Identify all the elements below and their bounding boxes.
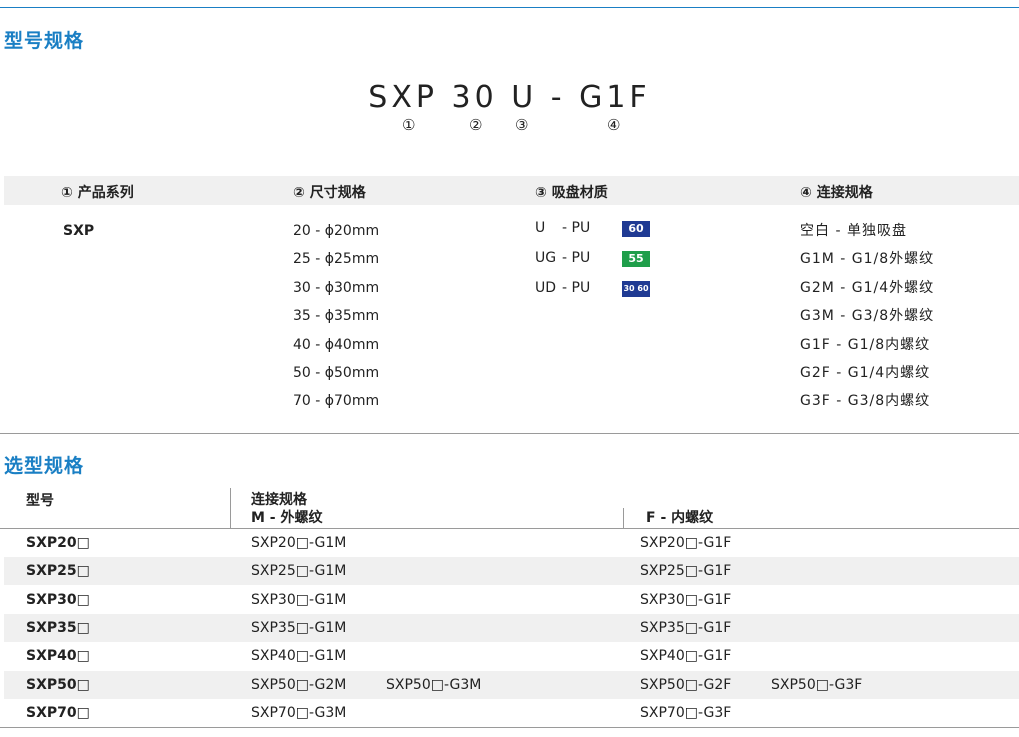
row-model: SXP30□	[26, 591, 90, 608]
connection-item: G3M - G3/8外螺纹	[800, 308, 935, 325]
connection-item: 空白 - 单独吸盘	[800, 223, 907, 239]
sel-header-divider-2	[623, 508, 624, 528]
sel-header-connection: 连接规格	[251, 492, 307, 508]
marker-3: ③	[515, 116, 529, 134]
size-item: 20 - ϕ20mm	[293, 223, 380, 239]
sel-header-divider-1	[230, 488, 231, 528]
top-divider	[0, 7, 1019, 8]
male-thread-model: SXP30□-G1M	[251, 591, 347, 608]
section-title-selection: 选型规格	[4, 455, 85, 477]
table-row	[4, 642, 1019, 670]
section-title-model-spec: 型号规格	[4, 30, 85, 52]
hardness-badge: 60	[622, 221, 650, 237]
material-code: UD	[535, 280, 557, 296]
table-row	[4, 613, 1019, 642]
series-value: SXP	[63, 223, 95, 239]
marker-2: ②	[469, 116, 483, 134]
size-item: 50 - ϕ50mm	[293, 365, 380, 381]
male-thread-model: SXP35□-G1M	[251, 619, 347, 636]
size-item: 40 - ϕ40mm	[293, 336, 380, 353]
table-row	[4, 699, 1019, 727]
connection-item: G3F - G3/8内螺纹	[800, 393, 931, 410]
male-thread-model: SXP50□-G2M	[251, 676, 347, 693]
female-thread-model: SXP50□-G3F	[771, 676, 863, 693]
connection-item: G1M - G1/8外螺纹	[800, 251, 935, 268]
size-item: 70 - ϕ70mm	[293, 393, 380, 410]
material-type: - PU	[562, 280, 591, 296]
marker-1: ①	[402, 116, 416, 134]
size-item: 25 - ϕ25mm	[293, 251, 380, 268]
row-model: SXP35□	[26, 619, 90, 636]
sel-header-female: F - 内螺纹	[646, 510, 714, 526]
female-thread-model: SXP50□-G2F	[640, 676, 732, 693]
connection-item: G2F - G1/4内螺纹	[800, 365, 931, 381]
hardness-badge: 55	[622, 251, 650, 267]
table-bottom-rule	[0, 727, 1019, 728]
female-thread-model: SXP35□-G1F	[640, 619, 732, 636]
male-thread-model: SXP70□-G3M	[251, 704, 347, 721]
sel-header-male: M - 外螺纹	[251, 510, 323, 526]
material-type: - PU	[562, 250, 591, 266]
material-code: UG	[535, 250, 557, 266]
size-item: 35 - ϕ35mm	[293, 308, 380, 325]
marker-4: ④	[607, 116, 621, 134]
sel-header-model: 型号	[26, 493, 54, 509]
female-thread-model: SXP30□-G1F	[640, 591, 732, 608]
row-model: SXP70□	[26, 704, 90, 721]
female-thread-model: SXP20□-G1F	[640, 535, 732, 551]
spec-divider	[0, 433, 1019, 434]
hardness-badge: 30 60	[622, 281, 650, 297]
female-thread-model: SXP40□-G1F	[640, 648, 732, 665]
table-row	[4, 586, 1019, 614]
header-series: ① 产品系列	[61, 185, 134, 201]
table-row	[4, 529, 1019, 557]
row-model: SXP50□	[26, 676, 90, 693]
female-thread-model: SXP25□-G1F	[640, 563, 732, 580]
table-row	[4, 557, 1019, 586]
row-model: SXP25□	[26, 563, 90, 580]
row-model: SXP40□	[26, 648, 90, 665]
header-size: ② 尺寸规格	[293, 185, 366, 201]
size-item: 30 - ϕ30mm	[293, 279, 380, 296]
male-thread-model: SXP40□-G1M	[251, 648, 347, 665]
table-row	[4, 670, 1019, 699]
male-thread-model: SXP20□-G1M	[251, 535, 347, 551]
connection-item: G2M - G1/4外螺纹	[800, 279, 935, 296]
material-type: - PU	[562, 220, 591, 236]
header-material: ③ 吸盘材质	[535, 185, 608, 201]
header-connection: ④ 连接规格	[800, 185, 873, 201]
female-thread-model: SXP70□-G3F	[640, 704, 732, 721]
male-thread-model: SXP25□-G1M	[251, 563, 347, 580]
male-thread-model: SXP50□-G3M	[386, 676, 482, 693]
connection-item: G1F - G1/8内螺纹	[800, 336, 931, 353]
material-code: U	[535, 220, 546, 236]
model-code: SXP 30 U - G1F	[368, 80, 651, 115]
row-model: SXP20□	[26, 535, 90, 551]
